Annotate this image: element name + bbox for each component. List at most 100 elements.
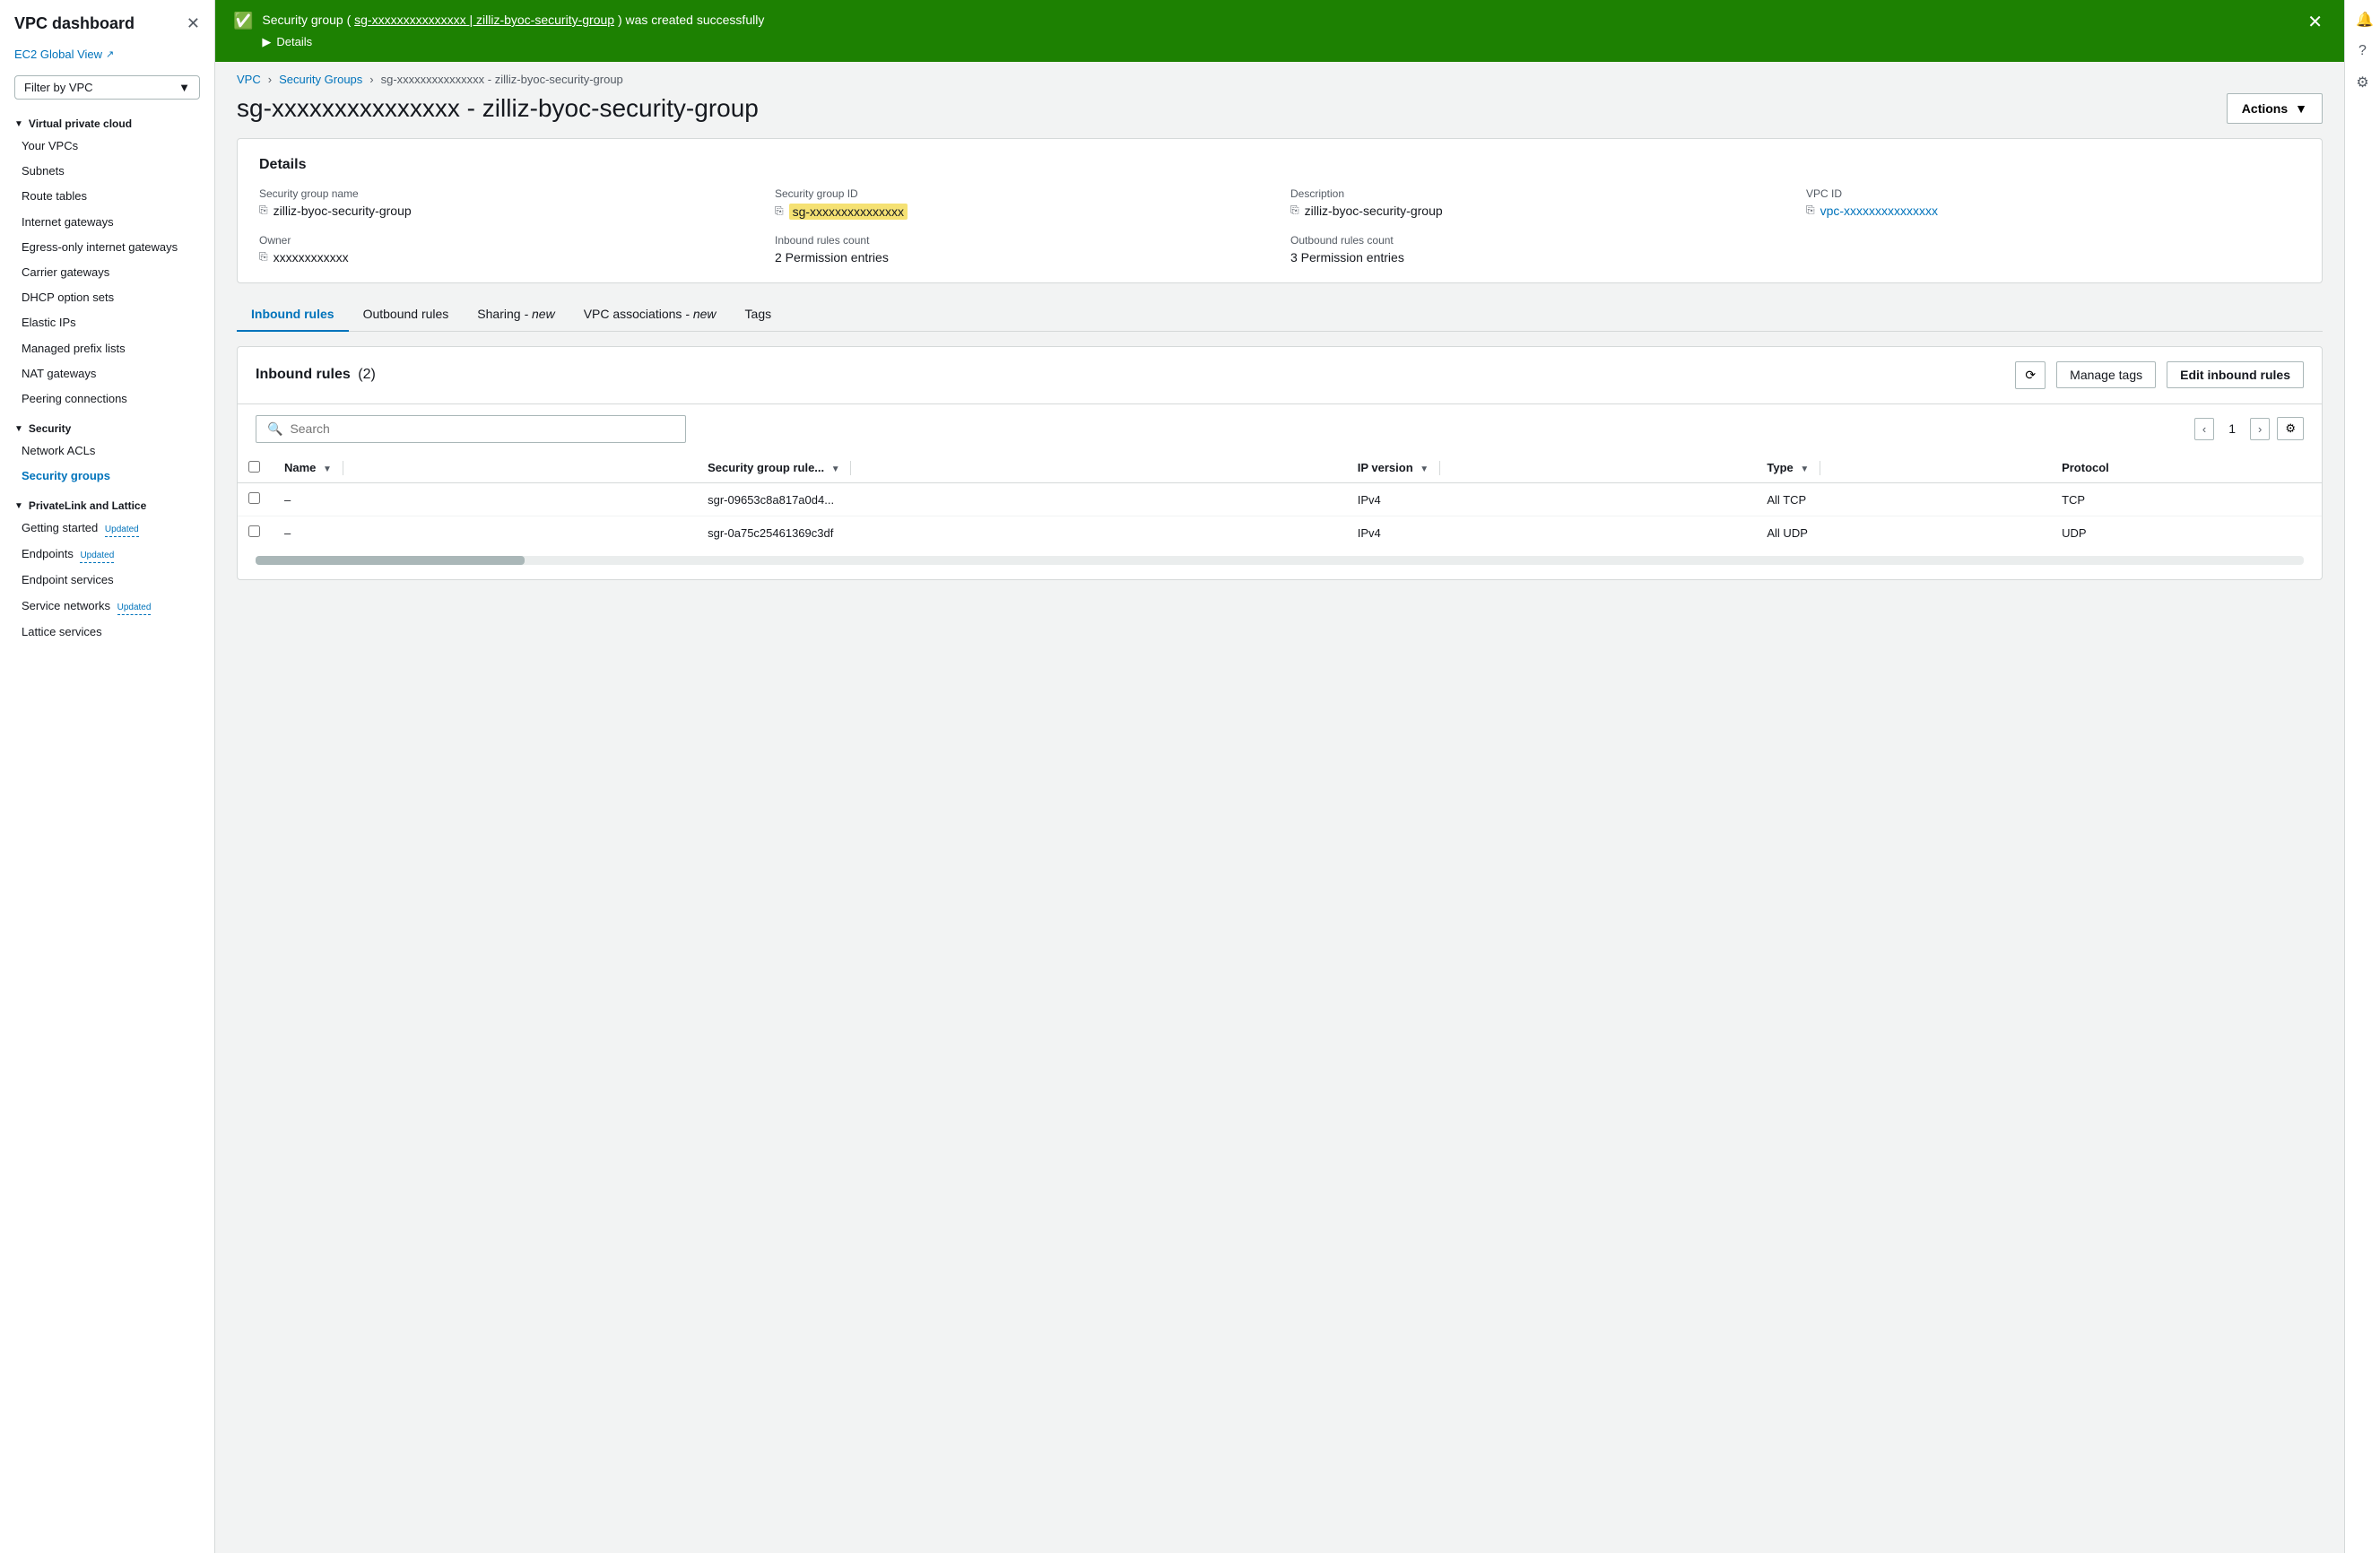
sidebar-item-service-networks[interactable]: Service networks Updated [0,594,214,620]
tab-outbound-rules[interactable]: Outbound rules [349,298,464,332]
details-card: Details Security group name ⎘ zilliz-byo… [237,138,2323,283]
search-box[interactable]: 🔍 [256,415,686,443]
breadcrumb-vpc[interactable]: VPC [237,73,261,86]
horizontal-scrollbar[interactable] [256,556,2304,565]
th-rule-id[interactable]: Security group rule... ▼ [697,454,1347,483]
row-checkbox[interactable] [248,525,260,537]
breadcrumb-security-groups[interactable]: Security Groups [279,73,362,86]
row-rule-id: sgr-0a75c25461369c3df [697,516,1347,550]
sidebar-item-lattice-services[interactable]: Lattice services [0,620,214,645]
banner-link[interactable]: sg-xxxxxxxxxxxxxxx | zilliz-byoc-securit… [354,13,614,27]
sort-icon: ▼ [323,464,332,474]
actions-button[interactable]: Actions ▼ [2227,93,2323,124]
rules-title: Inbound rules (2) [256,367,2004,383]
sidebar-item-prefix-lists[interactable]: Managed prefix lists [0,336,214,361]
sidebar-item-security-groups[interactable]: Security groups [0,464,214,489]
sidebar-item-getting-started[interactable]: Getting started Updated [0,516,214,542]
row-rule-id: sgr-09653c8a817a0d4... [697,483,1347,516]
detail-sg-id: Security group ID ⎘ sg-xxxxxxxxxxxxxxx [775,187,1269,220]
table-row: – sgr-09653c8a817a0d4... IPv4 All TCP TC… [238,483,2322,516]
sidebar-item-subnets[interactable]: Subnets [0,159,214,184]
sidebar-item-endpoints[interactable]: Endpoints Updated [0,542,214,568]
table-row: – sgr-0a75c25461369c3df IPv4 All UDP UDP [238,516,2322,550]
settings-icon[interactable]: ⚙ [2352,70,2373,95]
detail-label: Description [1290,187,1785,200]
banner-close-button[interactable]: ✕ [2304,11,2326,33]
sidebar-item-dhcp[interactable]: DHCP option sets [0,285,214,310]
detail-label: VPC ID [1806,187,2300,200]
edit-inbound-rules-button[interactable]: Edit inbound rules [2167,361,2304,388]
vpc-id-link[interactable]: vpc-xxxxxxxxxxxxxxx [1820,204,1938,218]
help-icon[interactable]: ? [2352,39,2373,63]
chevron-icon: ▼ [14,119,23,129]
sidebar-item-elastic-ips[interactable]: Elastic IPs [0,310,214,335]
notification-icon[interactable]: 🔔 [2352,7,2373,32]
row-ip-version: IPv4 [1347,516,1757,550]
copy-icon[interactable]: ⎘ [1806,204,1815,217]
right-sidebar: 🔔 ? ⚙ [2344,0,2380,1553]
row-name: – [274,516,697,550]
scrollbar-thumb[interactable] [256,556,525,565]
refresh-button[interactable]: ⟳ [2015,361,2046,389]
th-checkbox [238,454,274,483]
filter-vpc-dropdown[interactable]: Filter by VPC ▼ [14,75,200,100]
th-name[interactable]: Name ▼ [274,454,697,483]
breadcrumb-separator: › [268,73,272,86]
sidebar-item-internet-gateways[interactable]: Internet gateways [0,210,214,235]
row-checkbox[interactable] [248,492,260,504]
sidebar-item-your-vpcs[interactable]: Your VPCs [0,134,214,159]
chevron-down-icon: ▼ [178,81,190,94]
prev-page-button[interactable]: ‹ [2194,418,2214,440]
tab-inbound-rules[interactable]: Inbound rules [237,298,349,332]
search-input[interactable] [290,421,674,436]
detail-owner: Owner ⎘ xxxxxxxxxxxx [259,234,753,265]
detail-vpc-id: VPC ID ⎘ vpc-xxxxxxxxxxxxxxx [1806,187,2300,220]
tab-vpc-associations[interactable]: VPC associations - new [569,298,731,332]
detail-value: ⎘ vpc-xxxxxxxxxxxxxxx [1806,204,2300,218]
next-page-button[interactable]: › [2250,418,2270,440]
copy-icon[interactable]: ⎘ [1290,204,1299,217]
sidebar-item-route-tables[interactable]: Route tables [0,184,214,209]
success-banner: ✅ Security group ( sg-xxxxxxxxxxxxxxx | … [215,0,2344,62]
sidebar-item-network-acls[interactable]: Network ACLs [0,438,214,464]
th-ip-version[interactable]: IP version ▼ [1347,454,1757,483]
pagination: ‹ 1 › ⚙ [2194,417,2304,440]
th-protocol[interactable]: Protocol [2051,454,2322,483]
page-title: sg-xxxxxxxxxxxxxxx - zilliz-byoc-securit… [237,94,759,123]
nav-section-privatelink: ▼ PrivateLink and Lattice [0,489,214,516]
chevron-icon: ▼ [14,501,23,511]
copy-icon[interactable]: ⎘ [259,250,268,264]
manage-tags-button[interactable]: Manage tags [2056,361,2156,388]
nav-section-vpc-title[interactable]: ▼ Virtual private cloud [14,117,200,130]
th-type[interactable]: Type ▼ [1756,454,2051,483]
page-content-area: VPC › Security Groups › sg-xxxxxxxxxxxxx… [215,62,2344,1553]
select-all-checkbox[interactable] [248,461,260,473]
tab-tags[interactable]: Tags [731,298,786,332]
sg-id-value: sg-xxxxxxxxxxxxxxx [789,204,908,220]
updated-badge: Updated [105,524,139,537]
row-name: – [274,483,697,516]
sidebar-close-button[interactable]: ✕ [187,14,200,33]
sidebar-item-endpoint-services[interactable]: Endpoint services [0,568,214,593]
inbound-rules-card: Inbound rules (2) ⟳ Manage tags Edit inb… [237,346,2323,581]
ec2-global-view-link[interactable]: EC2 Global View ↗ [0,40,214,68]
updated-badge: Updated [117,602,152,615]
sidebar-item-carrier-gateways[interactable]: Carrier gateways [0,260,214,285]
sidebar-item-nat-gateways[interactable]: NAT gateways [0,361,214,386]
table-settings-button[interactable]: ⚙ [2277,417,2304,440]
details-grid: Security group name ⎘ zilliz-byoc-securi… [259,187,2300,265]
banner-details-toggle[interactable]: ▶ Details [262,33,2295,51]
chevron-icon: ▼ [14,424,23,434]
page-title-row: sg-xxxxxxxxxxxxxxx - zilliz-byoc-securit… [215,93,2344,138]
updated-badge: Updated [80,550,114,563]
sidebar-item-peering[interactable]: Peering connections [0,386,214,412]
detail-value: 3 Permission entries [1290,250,1785,265]
nav-section-privatelink-title[interactable]: ▼ PrivateLink and Lattice [14,499,200,512]
copy-icon[interactable]: ⎘ [775,204,784,218]
main-content: ✅ Security group ( sg-xxxxxxxxxxxxxxx | … [215,0,2344,1553]
sort-icon: ▼ [1420,464,1429,474]
copy-icon[interactable]: ⎘ [259,204,268,217]
tab-sharing[interactable]: Sharing - new [463,298,569,332]
sidebar-item-egress-gateways[interactable]: Egress-only internet gateways [0,235,214,260]
nav-section-security-title[interactable]: ▼ Security [14,422,200,435]
